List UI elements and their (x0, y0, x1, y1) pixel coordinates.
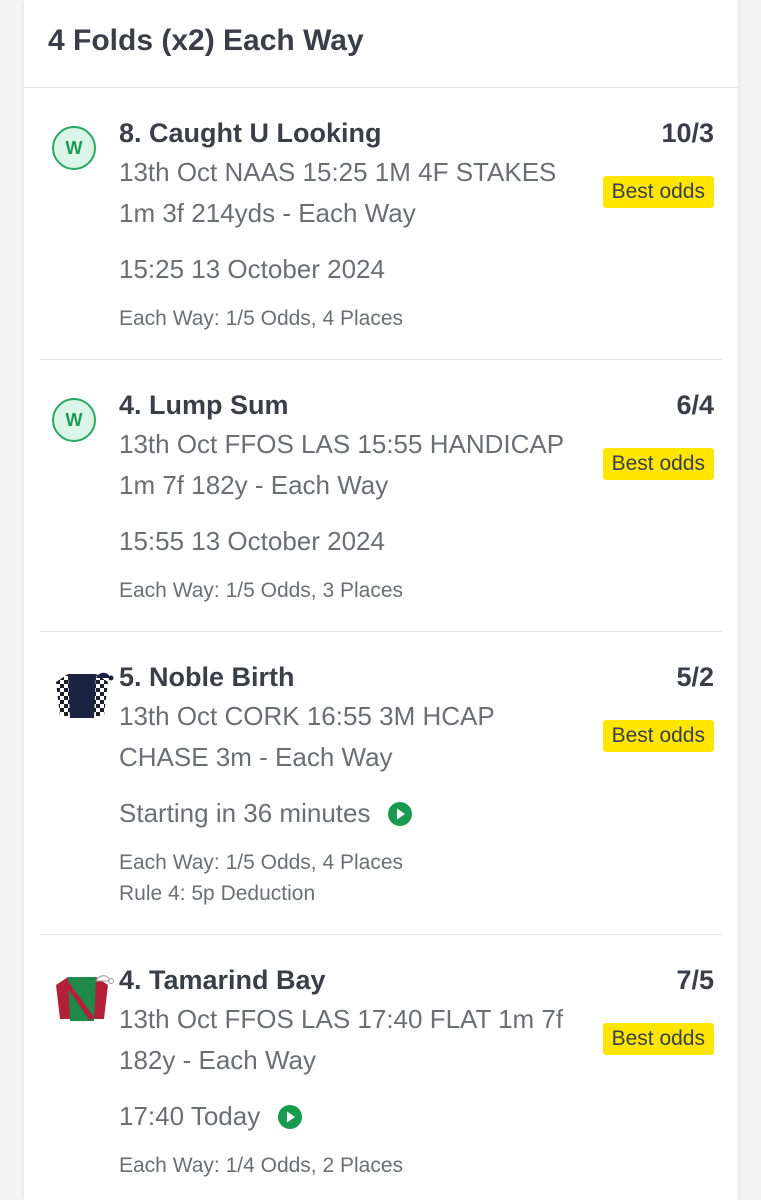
selection-time-text: 15:25 13 October 2024 (119, 254, 385, 284)
each-way-terms-text: Each Way: 1/5 Odds, 4 Places (119, 851, 404, 874)
won-badge-icon: W (52, 398, 96, 442)
selection-time: 17:40 Today (119, 1101, 303, 1132)
best-odds-badge: Best odds (602, 1023, 714, 1055)
selection-row[interactable]: W 4. Lump Sum 6/4 13th Oct FFOS LAS 15:5… (40, 360, 722, 632)
best-odds-badge: Best odds (602, 720, 714, 752)
best-odds-badge: Best odds (602, 448, 714, 480)
selection-name: 8. Caught U Looking (119, 118, 382, 148)
selection-time: 15:55 13 October 2024 (119, 526, 385, 557)
selection-event: 13th Oct FFOS LAS 15:55 HANDICAP 1m 7f 1… (119, 429, 564, 500)
selection-price: 6/4 (676, 390, 714, 420)
play-icon[interactable] (278, 1104, 303, 1129)
selection-event: 13th Oct FFOS LAS 17:40 FLAT 1m 7f 182y … (119, 1004, 564, 1075)
jockey-silks-icon (52, 668, 114, 725)
each-way-terms-text: Each Way: 1/5 Odds, 3 Places (119, 579, 404, 602)
rule-4-deduction: Rule 4: 5p Deduction (119, 882, 316, 905)
selection-event: 13th Oct CORK 16:55 3M HCAP CHASE 3m - E… (119, 701, 495, 772)
each-way-terms: Each Way: 1/4 Odds, 2 Places (119, 1150, 403, 1181)
selection-name: 5. Noble Birth (119, 662, 295, 692)
jockey-silks-icon (52, 971, 114, 1028)
selection-time: 15:25 13 October 2024 (119, 254, 385, 285)
selection-time-text: Starting in 36 minutes (119, 798, 371, 828)
bet-card-header: 4 Folds (x2) Each Way (24, 0, 738, 88)
selection-price: 5/2 (676, 662, 714, 692)
play-icon[interactable] (388, 801, 413, 826)
each-way-terms: Each Way: 1/5 Odds, 4 Places Rule 4: 5p … (119, 847, 403, 909)
best-odds-badge: Best odds (602, 176, 714, 208)
selection-row[interactable]: W 8. Caught U Looking 10/3 13th Oct NAAS… (40, 88, 722, 360)
selection-time-text: 15:55 13 October 2024 (119, 526, 385, 556)
each-way-terms-text: Each Way: 1/5 Odds, 4 Places (119, 307, 404, 330)
bet-type-title: 4 Folds (x2) Each Way (48, 24, 364, 57)
each-way-terms: Each Way: 1/5 Odds, 3 Places (119, 575, 403, 606)
selection-price: 10/3 (661, 118, 714, 148)
selection-price: 7/5 (676, 965, 714, 995)
won-badge-icon: W (52, 126, 96, 170)
selection-row[interactable]: 4. Tamarind Bay 7/5 13th Oct FFOS LAS 17… (40, 935, 722, 1200)
bet-card: 4 Folds (x2) Each Way W 8. Caught U Look… (24, 0, 738, 1200)
selection-time-text: 17:40 Today (119, 1101, 261, 1131)
each-way-terms: Each Way: 1/5 Odds, 4 Places (119, 303, 403, 334)
each-way-terms-text: Each Way: 1/4 Odds, 2 Places (119, 1154, 404, 1177)
selection-row[interactable]: 5. Noble Birth 5/2 13th Oct CORK 16:55 3… (40, 632, 722, 935)
selection-time: Starting in 36 minutes (119, 798, 413, 829)
selection-name: 4. Tamarind Bay (119, 965, 326, 995)
selection-event: 13th Oct NAAS 15:25 1M 4F STAKES 1m 3f 2… (119, 157, 557, 228)
selection-name: 4. Lump Sum (119, 390, 289, 420)
